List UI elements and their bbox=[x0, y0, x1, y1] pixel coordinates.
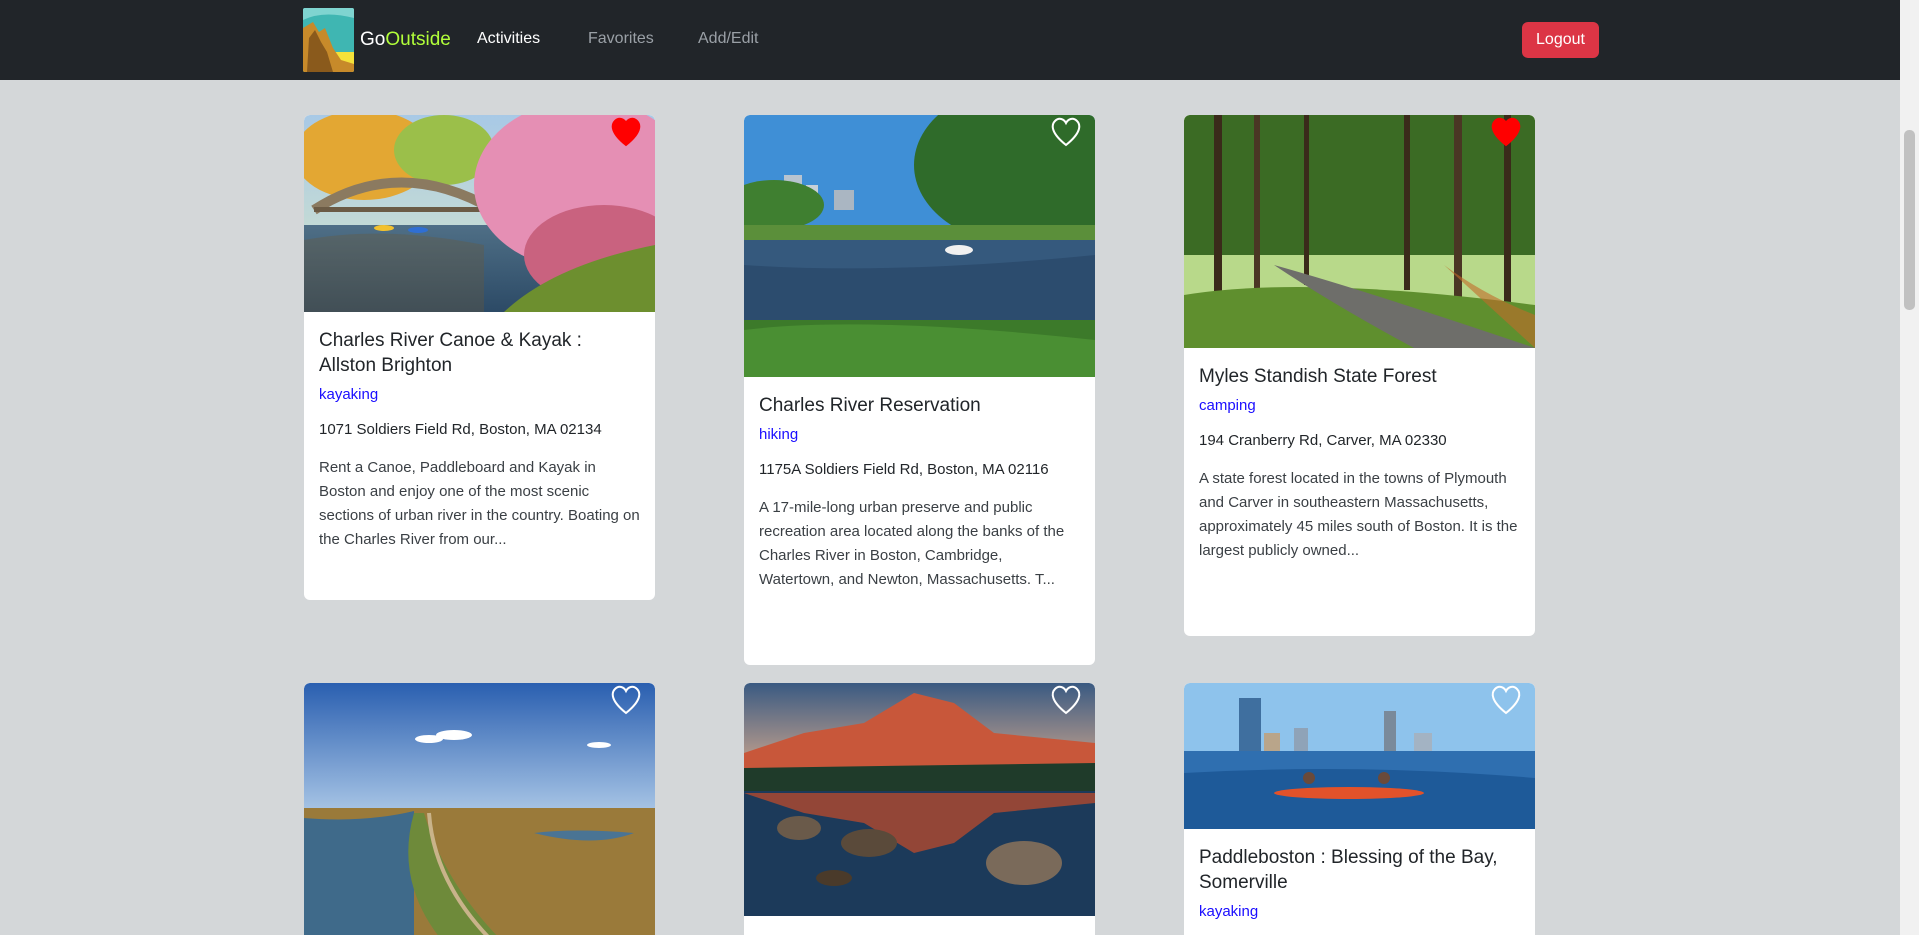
app-logo bbox=[303, 8, 354, 72]
card-title[interactable]: Charles River Canoe & Kayak : Allston Br… bbox=[319, 328, 640, 378]
heart-icon[interactable] bbox=[609, 683, 643, 715]
activity-card[interactable]: Myles Standish State Forest camping 194 … bbox=[1184, 115, 1535, 636]
card-address: 1071 Soldiers Field Rd, Boston, MA 02134 bbox=[319, 421, 602, 438]
marsh-trail-photo bbox=[304, 683, 655, 935]
card-description: Rent a Canoe, Paddleboard and Kayak in B… bbox=[319, 459, 640, 548]
logout-button[interactable]: Logout bbox=[1522, 22, 1599, 58]
bridge-river-kayak-photo bbox=[304, 115, 655, 312]
card-category-link[interactable]: kayaking bbox=[1199, 903, 1520, 920]
heart-icon[interactable] bbox=[1049, 683, 1083, 715]
nav-favorites[interactable]: Favorites bbox=[588, 30, 654, 48]
activity-card[interactable] bbox=[304, 683, 655, 935]
mountain-lake-photo bbox=[744, 683, 1095, 916]
card-title[interactable]: Paddleboston : Blessing of the Bay, Some… bbox=[1199, 845, 1520, 895]
activity-card[interactable] bbox=[744, 683, 1095, 935]
heart-icon[interactable] bbox=[1489, 683, 1523, 715]
activity-card[interactable]: Charles River Reservation hiking 1175A S… bbox=[744, 115, 1095, 665]
nav-add-edit[interactable]: Add/Edit bbox=[698, 30, 758, 48]
card-description: A 17-mile-long urban preserve and public… bbox=[759, 499, 1065, 588]
card-title[interactable]: Myles Standish State Forest bbox=[1199, 364, 1520, 389]
card-description: A state forest located in the towns of P… bbox=[1199, 470, 1518, 559]
heart-icon[interactable] bbox=[1049, 115, 1083, 147]
nav-activities[interactable]: Activities bbox=[477, 30, 540, 48]
forest-path-photo bbox=[1184, 115, 1535, 348]
activity-card[interactable]: Charles River Canoe & Kayak : Allston Br… bbox=[304, 115, 655, 600]
heart-icon[interactable] bbox=[609, 115, 643, 147]
brand[interactable]: GoOutside bbox=[303, 8, 451, 72]
heart-icon[interactable] bbox=[1489, 115, 1523, 147]
card-category-link[interactable]: camping bbox=[1199, 397, 1520, 414]
river-city-park-photo bbox=[744, 115, 1095, 377]
card-address: 194 Cranberry Rd, Carver, MA 02330 bbox=[1199, 432, 1447, 449]
activity-card[interactable]: Paddleboston : Blessing of the Bay, Some… bbox=[1184, 683, 1535, 935]
brand-name: GoOutside bbox=[360, 29, 451, 50]
card-address: 1175A Soldiers Field Rd, Boston, MA 0211… bbox=[759, 461, 1049, 478]
skyline-kayak-photo bbox=[1184, 683, 1535, 829]
card-category-link[interactable]: kayaking bbox=[319, 386, 640, 403]
card-title[interactable]: Charles River Reservation bbox=[759, 393, 1080, 418]
scrollbar-thumb[interactable] bbox=[1904, 130, 1915, 310]
card-category-link[interactable]: hiking bbox=[759, 426, 1080, 443]
top-navbar: GoOutside Activities Favorites Add/Edit … bbox=[0, 0, 1900, 80]
